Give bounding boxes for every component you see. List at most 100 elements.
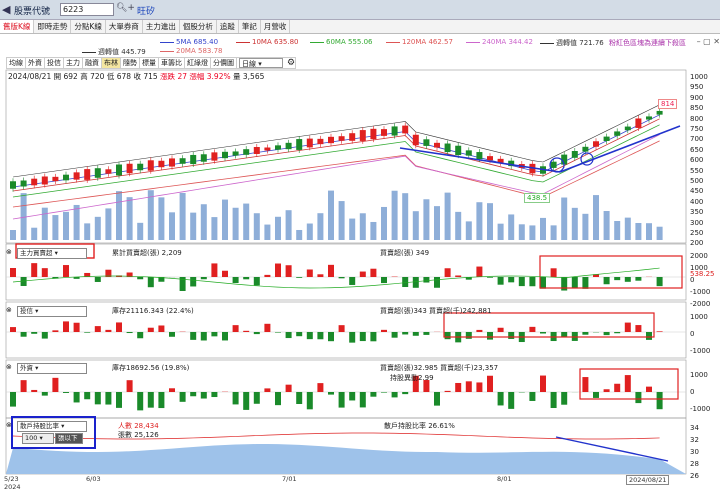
volume-bar bbox=[402, 193, 408, 240]
flow-bar bbox=[423, 332, 429, 335]
flow-bar bbox=[169, 332, 175, 337]
volume-bar bbox=[116, 191, 122, 240]
flow-bar bbox=[201, 277, 207, 279]
flow-bar bbox=[317, 383, 323, 392]
volume-bar bbox=[180, 193, 186, 240]
candle-body bbox=[233, 151, 239, 155]
volume-bar bbox=[582, 214, 588, 240]
panel4-lot-select[interactable]: 100 ▾ bbox=[22, 433, 54, 444]
flow-bar bbox=[158, 325, 164, 332]
candle-body bbox=[74, 172, 80, 179]
candle-body bbox=[434, 143, 440, 148]
volume-bar bbox=[127, 197, 133, 240]
candle-body bbox=[339, 136, 345, 141]
low-price-mark: 438.5 bbox=[524, 193, 550, 203]
flow-bar bbox=[381, 392, 387, 393]
flow-bar bbox=[148, 392, 154, 408]
candle-body bbox=[593, 141, 599, 146]
panel-tick: 28 bbox=[690, 460, 699, 468]
flow-bar bbox=[476, 267, 482, 277]
highlight-box bbox=[444, 313, 654, 337]
price-tick: 550 bbox=[690, 167, 703, 175]
close-icon[interactable]: ⊗ bbox=[6, 248, 12, 256]
flow-bar bbox=[127, 380, 133, 392]
flow-bar bbox=[498, 328, 504, 332]
candle-body bbox=[625, 127, 631, 131]
price-tick: 450 bbox=[690, 187, 703, 195]
flow-bar bbox=[63, 265, 69, 277]
flow-bar bbox=[10, 268, 16, 277]
panel1-select[interactable]: 主力買賣超 ▾ bbox=[17, 248, 87, 259]
candle-body bbox=[646, 116, 652, 119]
flow-bar bbox=[52, 378, 58, 392]
panel-tick: 34 bbox=[690, 424, 699, 432]
flow-bar bbox=[317, 332, 323, 339]
flow-bar bbox=[614, 277, 620, 280]
panel4-lot-button[interactable]: 張以下 bbox=[55, 433, 83, 444]
price-tick: 900 bbox=[690, 94, 703, 102]
volume-bar bbox=[307, 224, 313, 240]
flow-bar bbox=[74, 323, 80, 332]
volume-bar bbox=[392, 191, 398, 240]
flow-bar bbox=[476, 382, 482, 392]
volume-bar bbox=[254, 213, 260, 240]
flow-bar bbox=[42, 268, 48, 277]
flow-bar bbox=[296, 277, 302, 278]
candle-body bbox=[84, 169, 90, 180]
flow-bar bbox=[243, 392, 249, 410]
close-icon[interactable]: ⊗ bbox=[6, 421, 12, 429]
volume-bar bbox=[286, 210, 292, 240]
close-icon[interactable]: ⊗ bbox=[6, 363, 12, 371]
volume-bar bbox=[423, 199, 429, 240]
flow-bar bbox=[42, 392, 48, 396]
flow-bar bbox=[508, 332, 514, 339]
flow-bar bbox=[74, 392, 80, 402]
flow-bar bbox=[21, 332, 27, 337]
flow-bar bbox=[657, 277, 663, 286]
flow-bar bbox=[508, 277, 514, 282]
panel1-legend-cum: 累計買賣超(張) 2,209 bbox=[112, 248, 182, 258]
panel2-legend-net: 買賣超(張)343 買賣超(千)242,881 bbox=[380, 306, 491, 316]
flow-bar bbox=[487, 376, 493, 392]
flow-bar bbox=[487, 277, 493, 278]
flow-bar bbox=[540, 277, 546, 289]
candle-body bbox=[296, 139, 302, 150]
flow-bar bbox=[116, 392, 122, 408]
flow-bar bbox=[392, 332, 398, 338]
volume-bar bbox=[508, 214, 514, 240]
volume-bar bbox=[211, 217, 217, 240]
panel-tick: -1000 bbox=[690, 288, 710, 296]
flow-bar bbox=[254, 277, 260, 285]
flow-bar bbox=[370, 332, 376, 341]
flow-bar bbox=[190, 332, 196, 340]
panel3-legend-net: 買賣超(張)32.985 買賣超(千)23,357 bbox=[380, 363, 498, 373]
volume-bar bbox=[74, 205, 80, 240]
flow-bar bbox=[445, 391, 451, 392]
price-tick: 200 bbox=[690, 239, 703, 247]
price-tick: 600 bbox=[690, 156, 703, 164]
flow-bar bbox=[657, 392, 663, 409]
candle-body bbox=[551, 162, 557, 168]
panel-tick: -1000 bbox=[690, 347, 710, 355]
flow-bar bbox=[466, 332, 472, 339]
flow-bar bbox=[180, 392, 186, 402]
flow-bar bbox=[614, 384, 620, 392]
flow-bar bbox=[657, 331, 663, 332]
flow-bar bbox=[21, 380, 27, 392]
flow-bar bbox=[243, 331, 249, 332]
panel-tick: 32 bbox=[690, 436, 699, 444]
panel4-legend-ratio: 散戶持股比率 26.61% bbox=[384, 421, 455, 431]
panel3-select[interactable]: 外資 ▾ bbox=[17, 363, 87, 374]
flow-bar bbox=[625, 277, 631, 282]
close-icon[interactable]: ⊗ bbox=[6, 306, 12, 314]
price-tick: 650 bbox=[690, 146, 703, 154]
volume-bar bbox=[381, 207, 387, 240]
flow-bar bbox=[201, 332, 207, 340]
candle-body bbox=[222, 152, 228, 158]
panel2-select[interactable]: 投信 ▾ bbox=[17, 306, 87, 317]
panel-tick: 0 bbox=[690, 276, 694, 284]
flow-bar bbox=[604, 389, 610, 392]
candle-body bbox=[116, 165, 122, 176]
panel4-select[interactable]: 散戶持股比率 ▾ bbox=[17, 421, 87, 432]
price-tick: 700 bbox=[690, 135, 703, 143]
